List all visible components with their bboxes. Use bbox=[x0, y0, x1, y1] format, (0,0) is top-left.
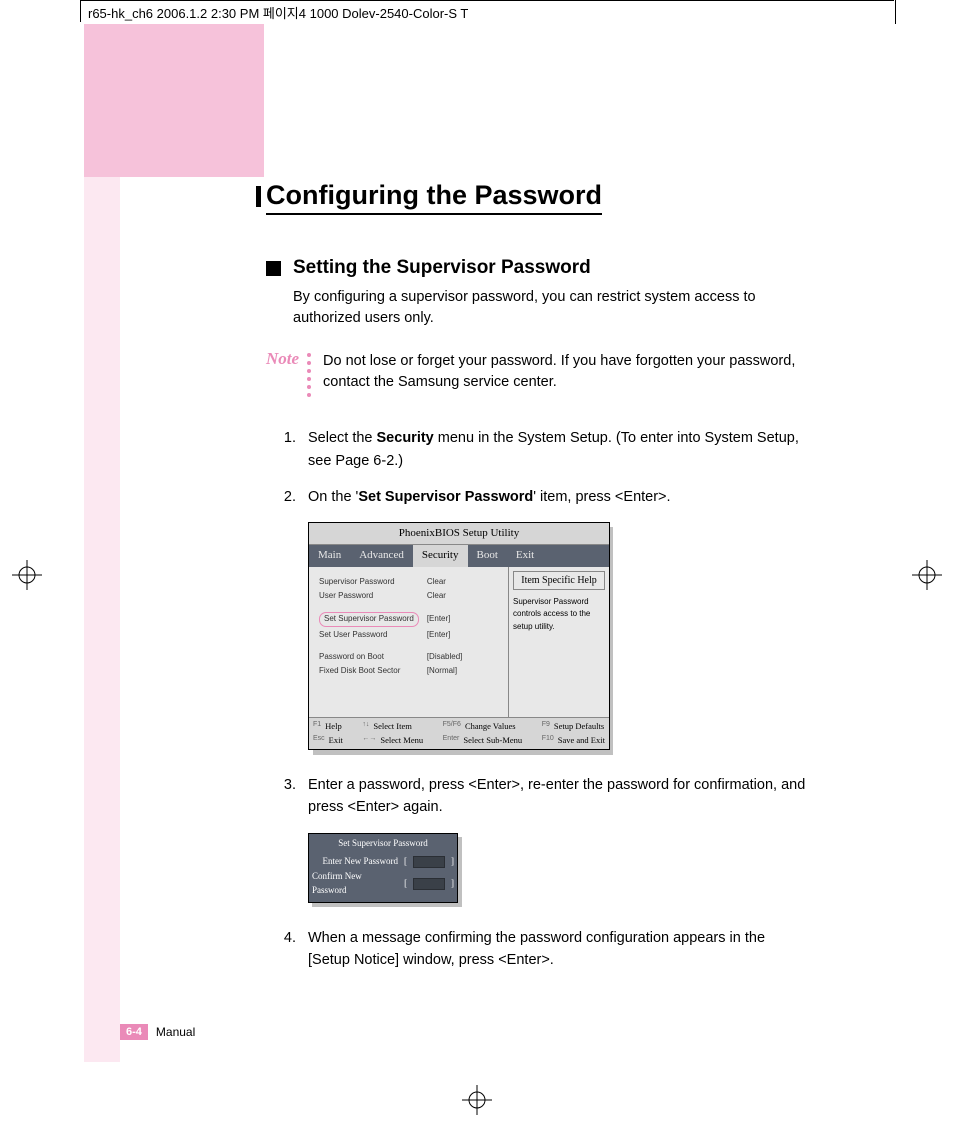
bios-highlighted-item: Set Supervisor Password bbox=[319, 612, 419, 626]
square-bullet-icon bbox=[266, 261, 281, 276]
print-header: r65-hk_ch6 2006.1.2 2:30 PM 페이지4 1000 Do… bbox=[88, 3, 468, 22]
dialog-title: Set Supervisor Password bbox=[312, 837, 454, 851]
crop-line bbox=[80, 0, 894, 1]
page-footer: 6-4 Manual bbox=[120, 1024, 195, 1040]
step-text: When a message confirming the password c… bbox=[308, 927, 806, 972]
bios-tab-advanced: Advanced bbox=[350, 545, 413, 566]
confirm-password-field bbox=[413, 878, 445, 890]
crop-tick bbox=[80, 0, 81, 22]
step-number: 3. bbox=[266, 774, 308, 819]
page-number: 6-4 bbox=[120, 1024, 148, 1040]
dotted-separator-icon bbox=[307, 351, 313, 397]
bios-tab-boot: Boot bbox=[468, 545, 507, 566]
step-text: Enter a password, press <Enter>, re-ente… bbox=[308, 774, 806, 819]
step-item: 3. Enter a password, press <Enter>, re-e… bbox=[266, 774, 806, 819]
registration-mark-left bbox=[12, 560, 42, 595]
password-dialog: Set Supervisor Password Enter New Passwo… bbox=[308, 833, 458, 903]
bios-footer: F1Help EscExit ↑↓Select Item ←→Select Me… bbox=[309, 717, 609, 749]
bios-screenshot: PhoenixBIOS Setup Utility Main Advanced … bbox=[308, 522, 608, 749]
crop-tick bbox=[895, 0, 896, 24]
step-item: 4. When a message confirming the passwor… bbox=[266, 927, 806, 972]
bios-tab-exit: Exit bbox=[507, 545, 543, 566]
step-number: 2. bbox=[266, 486, 308, 508]
registration-mark-bottom bbox=[462, 1085, 492, 1120]
bios-tab-main: Main bbox=[309, 545, 350, 566]
dialog-row: Confirm New Password [] bbox=[312, 870, 454, 898]
section-title: Setting the Supervisor Password bbox=[293, 257, 591, 279]
pink-corner-block bbox=[84, 24, 264, 177]
step-text: Select the Security menu in the System S… bbox=[308, 427, 806, 472]
bios-left-panel: Supervisor PasswordClear User PasswordCl… bbox=[309, 567, 508, 717]
registration-mark-right bbox=[912, 560, 942, 595]
dialog-row: Enter New Password [] bbox=[312, 855, 454, 869]
step-item: 2. On the 'Set Supervisor Password' item… bbox=[266, 486, 806, 508]
section-heading: Setting the Supervisor Password bbox=[266, 257, 806, 279]
steps-list: 1. Select the Security menu in the Syste… bbox=[266, 427, 806, 971]
content-area: Configuring the Password Setting the Sup… bbox=[266, 180, 806, 986]
page-title: Configuring the Password bbox=[266, 180, 602, 215]
step-item: 1. Select the Security menu in the Syste… bbox=[266, 427, 806, 472]
note-text: Do not lose or forget your password. If … bbox=[323, 351, 806, 393]
bios-menu-bar: Main Advanced Security Boot Exit bbox=[309, 545, 609, 566]
step-number: 1. bbox=[266, 427, 308, 472]
section-body: By configuring a supervisor password, yo… bbox=[293, 287, 806, 329]
bios-help-panel: Item Specific Help Supervisor Password c… bbox=[508, 567, 609, 717]
password-field bbox=[413, 856, 445, 868]
pink-sidebar bbox=[84, 24, 120, 1062]
note-label: Note bbox=[266, 349, 299, 369]
step-number: 4. bbox=[266, 927, 308, 972]
step-text: On the 'Set Supervisor Password' item, p… bbox=[308, 486, 806, 508]
note-callout: Note Do not lose or forget your password… bbox=[266, 351, 806, 397]
bios-help-title: Item Specific Help bbox=[513, 571, 605, 591]
bios-title: PhoenixBIOS Setup Utility bbox=[309, 523, 609, 545]
footer-label: Manual bbox=[156, 1025, 195, 1039]
bios-help-text: Supervisor Password controls access to t… bbox=[513, 596, 605, 633]
bios-tab-security: Security bbox=[413, 545, 468, 566]
